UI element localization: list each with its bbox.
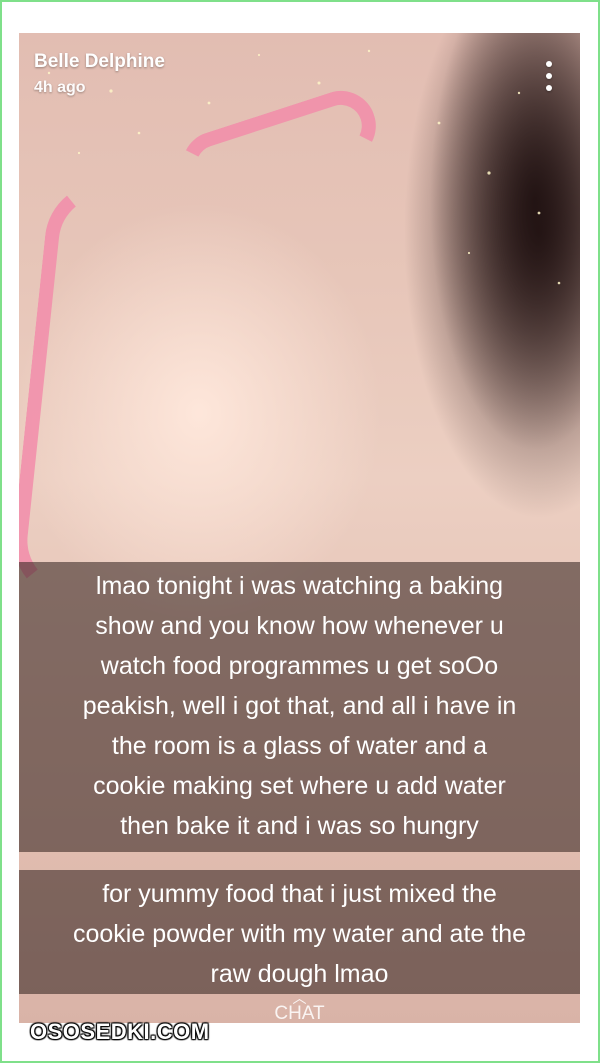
sender-name[interactable]: Belle Delphine (34, 51, 165, 73)
menu-dot (546, 61, 552, 67)
caption-line: show and you know how whenever u (95, 612, 504, 640)
story-viewer[interactable]: Belle Delphine 4h ago lmao tonight i was… (19, 33, 580, 1023)
caption-line: for yummy food that i just mixed the (102, 880, 497, 908)
chat-label: CHAT (274, 1003, 325, 1023)
caption-line: peakish, well i got that, and all i have… (82, 692, 517, 720)
chevron-up-icon: ︿ (292, 990, 307, 1006)
caption-line: the room is a glass of water and a (111, 732, 488, 760)
caption-block-2: for yummy food that i just mixed the coo… (19, 870, 580, 994)
caption-line: lmao tonight i was watching a baking (95, 572, 504, 600)
caption-line: watch food programmes u get soOo (100, 652, 499, 680)
caption-line: cookie powder with my water and ate the (72, 920, 526, 948)
site-watermark: OSOSEDKI.COM (30, 1019, 210, 1044)
menu-dot (546, 85, 552, 91)
post-timestamp: 4h ago (34, 79, 86, 96)
more-vertical-icon[interactable] (544, 61, 554, 91)
caption-line: raw dough lmao (210, 960, 389, 988)
caption-line: cookie making set where u add water (93, 772, 506, 800)
story-header: Belle Delphine 4h ago (34, 51, 165, 97)
menu-dot (546, 73, 552, 79)
caption-line: then bake it and i was so hungry (120, 812, 479, 840)
caption-block-1: lmao tonight i was watching a baking sho… (19, 562, 580, 852)
